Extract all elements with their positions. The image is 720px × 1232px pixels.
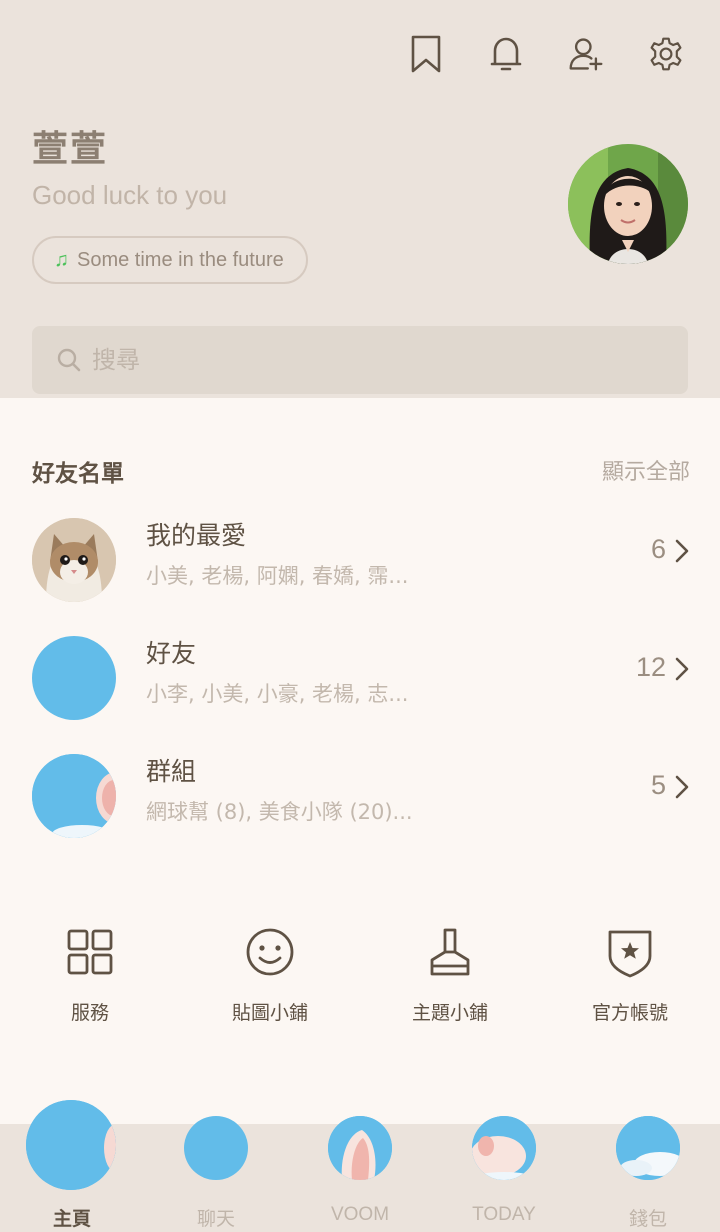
tab-home[interactable]: 主頁 — [0, 1100, 144, 1232]
profile-header: 萱萱 Good luck to you ♫ Some time in the f… — [0, 0, 720, 398]
services-button[interactable]: 服務 — [0, 922, 180, 1025]
add-friend-button[interactable] — [566, 32, 606, 76]
row-count: 12 — [635, 652, 666, 682]
shield-star-icon — [608, 930, 652, 978]
official-accounts-button[interactable]: 官方帳號 — [540, 922, 720, 1025]
bottom-nav: 主頁 聊天 VOOM TODAY 錢包 — [0, 1100, 720, 1232]
notifications-button[interactable] — [486, 32, 526, 76]
row-count: 5 — [650, 770, 666, 800]
sticker-shop-button[interactable]: 貼圖小鋪 — [180, 922, 360, 1025]
today-tab-icon — [472, 1116, 536, 1180]
bookmark-icon — [411, 35, 441, 73]
official-accounts-label: 官方帳號 — [591, 1002, 668, 1024]
sticker-shop-label: 貼圖小鋪 — [231, 1002, 308, 1024]
groups-row[interactable]: 群組 網球幫 (8), 美食小隊 (20)... 5 — [0, 740, 720, 850]
profile-music-button[interactable]: ♫ Some time in the future — [32, 236, 308, 284]
favorites-row[interactable]: 我的最愛 小美, 老楊, 阿嫻, 春嬌, 霈... 6 — [0, 504, 720, 614]
profile-avatar[interactable] — [568, 144, 688, 264]
tab-chat[interactable]: 聊天 — [144, 1116, 288, 1232]
friends-section-title: 好友名單 — [32, 461, 124, 487]
theme-shop-button[interactable]: 主題小鋪 — [360, 922, 540, 1025]
tab-wallet-label: 錢包 — [628, 1208, 667, 1230]
grid-icon — [67, 929, 113, 975]
row-subtitle: 小美, 老楊, 阿嫻, 春嬌, 霈... — [146, 564, 409, 588]
brush-icon — [430, 928, 470, 976]
tab-today-label: TODAY — [472, 1204, 536, 1225]
row-title: 我的最愛 — [146, 521, 247, 550]
search-bar[interactable] — [32, 326, 688, 394]
profile-photo — [568, 144, 688, 264]
theme-shop-label: 主題小鋪 — [411, 1002, 488, 1024]
tab-today[interactable]: TODAY — [432, 1116, 576, 1232]
chevron-right-icon — [675, 775, 689, 799]
tab-voom[interactable]: VOOM — [288, 1116, 432, 1232]
favorites-avatar — [32, 518, 116, 602]
cat-photo — [32, 518, 116, 602]
settings-button[interactable] — [646, 32, 686, 76]
friends-avatar — [32, 636, 116, 720]
row-title: 群組 — [146, 757, 197, 786]
row-subtitle: 小李, 小美, 小豪, 老楊, 志... — [146, 682, 409, 706]
chevron-right-icon — [675, 657, 689, 681]
groups-avatar — [32, 754, 116, 838]
smiley-icon — [246, 928, 294, 976]
bell-icon — [490, 37, 522, 71]
row-count: 6 — [650, 534, 666, 564]
chevron-right-icon — [675, 539, 689, 563]
home-tab-icon — [26, 1100, 116, 1190]
search-input[interactable] — [92, 346, 652, 374]
row-subtitle: 網球幫 (8), 美食小隊 (20)... — [146, 800, 413, 824]
add-friend-icon — [569, 38, 603, 71]
top-toolbar — [406, 32, 686, 76]
show-all-link[interactable]: 顯示全部 — [602, 454, 690, 486]
search-icon — [57, 348, 81, 372]
profile-music-title: Some time in the future — [77, 248, 284, 271]
gear-icon — [650, 37, 682, 71]
bookmark-button[interactable] — [406, 32, 446, 76]
tab-wallet[interactable]: 錢包 — [576, 1116, 720, 1232]
voom-tab-icon — [328, 1116, 392, 1180]
status-message[interactable]: Good luck to you — [32, 180, 227, 211]
tab-home-label: 主頁 — [52, 1208, 91, 1230]
wallet-tab-icon — [616, 1116, 680, 1180]
chat-tab-icon — [184, 1116, 248, 1180]
tab-chat-label: 聊天 — [196, 1208, 235, 1230]
friends-row[interactable]: 好友 小李, 小美, 小豪, 老楊, 志... 12 — [0, 622, 720, 732]
row-title: 好友 — [146, 639, 197, 668]
profile-name[interactable]: 萱萱 — [32, 120, 108, 172]
services-label: 服務 — [70, 1002, 109, 1024]
tab-voom-label: VOOM — [330, 1204, 390, 1225]
music-note-icon: ♫ — [54, 248, 69, 271]
groups-photo — [32, 754, 116, 838]
